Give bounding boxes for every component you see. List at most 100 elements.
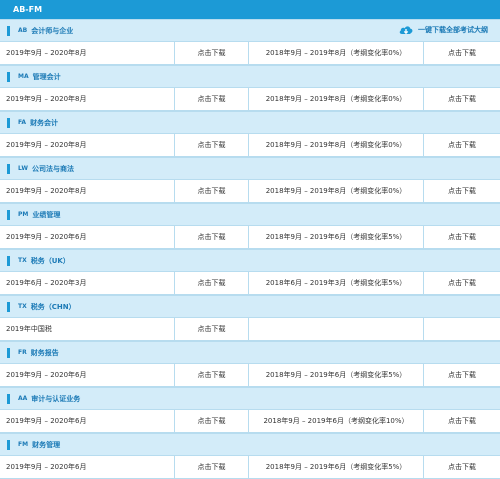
syllabus-section: MA 管理会计 2019年9月 – 2020年8月 点击下载 2018年9月 –…	[0, 65, 500, 111]
subject-code: TX	[18, 303, 27, 310]
page-title: AB-FM	[13, 5, 43, 14]
syllabus-row: 2019年中国税 点击下载	[0, 317, 500, 340]
syllabus-section: AB 会计师与企业 一键下载全部考试大纲 2019年9月 – 2020年8月 点…	[0, 19, 500, 65]
subject-code: MA	[18, 73, 29, 80]
syllabus-section: PM 业绩管理 2019年9月 – 2020年6月 点击下载 2018年9月 –…	[0, 203, 500, 249]
section-header: AA 审计与认证业务	[0, 387, 500, 409]
subject-name: 会计师与企业	[31, 26, 74, 35]
download-previous-link[interactable]: 点击下载	[424, 364, 500, 386]
current-period: 2019年9月 – 2020年6月	[0, 226, 175, 248]
section-header: FR 财务报告	[0, 341, 500, 363]
syllabus-section: TX 税务（CHN） 2019年中国税 点击下载	[0, 295, 500, 341]
current-period: 2019年9月 – 2020年6月	[0, 364, 175, 386]
current-period: 2019年9月 – 2020年8月	[0, 42, 175, 64]
page-header: AB-FM	[0, 0, 500, 19]
subject-code: AB	[18, 27, 28, 34]
download-previous-link[interactable]: 点击下载	[424, 42, 500, 64]
subject-code: TX	[18, 257, 27, 264]
subject-name: 公司法与商法	[31, 164, 74, 173]
download-all-button[interactable]: 一键下载全部考试大纲	[398, 23, 488, 37]
previous-period: 2018年9月 – 2019年8月（考纲变化率0%）	[249, 88, 424, 110]
previous-period: 2018年9月 – 2019年8月（考纲变化率0%）	[249, 42, 424, 64]
section-marker	[7, 163, 10, 174]
previous-period: 2018年9月 – 2019年6月（考纲变化率5%）	[249, 364, 424, 386]
section-marker	[7, 347, 10, 358]
subject-name: 业绩管理	[32, 210, 61, 219]
section-header: FM 财务管理	[0, 433, 500, 455]
previous-period: 2018年6月 – 2019年3月（考纲变化率5%）	[249, 272, 424, 294]
syllabus-row: 2019年9月 – 2020年6月 点击下载 2018年9月 – 2019年6月…	[0, 455, 500, 478]
download-current-link[interactable]: 点击下载	[175, 88, 249, 110]
syllabus-row: 2019年6月 – 2020年3月 点击下载 2018年6月 – 2019年3月…	[0, 271, 500, 294]
current-period: 2019年9月 – 2020年6月	[0, 410, 175, 432]
subject-name: 税务（CHN）	[30, 302, 76, 311]
subject-name: 审计与认证业务	[31, 394, 81, 403]
download-current-link[interactable]: 点击下载	[175, 272, 249, 294]
section-marker	[7, 393, 10, 404]
download-current-link[interactable]: 点击下载	[175, 364, 249, 386]
section-header: TX 税务（UK）	[0, 249, 500, 271]
section-header: PM 业绩管理	[0, 203, 500, 225]
cloud-download-icon	[399, 26, 413, 35]
download-current-link[interactable]: 点击下载	[175, 410, 249, 432]
previous-period	[249, 318, 424, 340]
current-period: 2019年9月 – 2020年8月	[0, 180, 175, 202]
section-marker	[7, 25, 10, 36]
download-current-link[interactable]: 点击下载	[175, 180, 249, 202]
download-current-link[interactable]: 点击下载	[175, 456, 249, 478]
download-previous-link[interactable]: 点击下载	[424, 272, 500, 294]
previous-period: 2018年9月 – 2019年6月（考纲变化率5%）	[249, 456, 424, 478]
syllabus-row: 2019年9月 – 2020年8月 点击下载 2018年9月 – 2019年8月…	[0, 133, 500, 156]
section-header: FA 财务会计	[0, 111, 500, 133]
syllabus-section: LW 公司法与商法 2019年9月 – 2020年8月 点击下载 2018年9月…	[0, 157, 500, 203]
previous-period: 2018年9月 – 2019年6月（考纲变化率5%）	[249, 226, 424, 248]
subject-code: PM	[18, 211, 29, 218]
current-period: 2019年6月 – 2020年3月	[0, 272, 175, 294]
previous-period: 2018年9月 – 2019年8月（考纲变化率0%）	[249, 180, 424, 202]
section-marker	[7, 209, 10, 220]
section-header: TX 税务（CHN）	[0, 295, 500, 317]
section-marker	[7, 71, 10, 82]
subject-code: FM	[18, 441, 29, 448]
syllabus-section: FR 财务报告 2019年9月 – 2020年6月 点击下载 2018年9月 –…	[0, 341, 500, 387]
section-marker	[7, 439, 10, 450]
download-previous-link[interactable]: 点击下载	[424, 410, 500, 432]
section-header: MA 管理会计	[0, 65, 500, 87]
download-previous-link[interactable]: 点击下载	[424, 456, 500, 478]
current-period: 2019年9月 – 2020年8月	[0, 134, 175, 156]
syllabus-section: TX 税务（UK） 2019年6月 – 2020年3月 点击下载 2018年6月…	[0, 249, 500, 295]
syllabus-list: AB 会计师与企业 一键下载全部考试大纲 2019年9月 – 2020年8月 点…	[0, 19, 500, 479]
current-period: 2019年9月 – 2020年8月	[0, 88, 175, 110]
download-current-link[interactable]: 点击下载	[175, 318, 249, 340]
section-marker	[7, 117, 10, 128]
subject-code: AA	[18, 395, 28, 402]
section-marker	[7, 301, 10, 312]
previous-period: 2018年9月 – 2019年8月（考纲变化率0%）	[249, 134, 424, 156]
section-marker	[7, 255, 10, 266]
syllabus-row: 2019年9月 – 2020年8月 点击下载 2018年9月 – 2019年8月…	[0, 87, 500, 110]
subject-name: 管理会计	[32, 72, 61, 81]
download-current-link[interactable]: 点击下载	[175, 134, 249, 156]
syllabus-row: 2019年9月 – 2020年6月 点击下载 2018年9月 – 2019年6月…	[0, 363, 500, 386]
subject-name: 财务报告	[30, 348, 59, 357]
section-header: LW 公司法与商法	[0, 157, 500, 179]
download-current-link[interactable]: 点击下载	[175, 42, 249, 64]
subject-name: 财务管理	[32, 440, 61, 449]
download-previous-link[interactable]: 点击下载	[424, 226, 500, 248]
section-header: AB 会计师与企业 一键下载全部考试大纲	[0, 19, 500, 41]
download-previous-link[interactable]: 点击下载	[424, 134, 500, 156]
syllabus-section: AA 审计与认证业务 2019年9月 – 2020年6月 点击下载 2018年9…	[0, 387, 500, 433]
download-current-link[interactable]: 点击下载	[175, 226, 249, 248]
syllabus-section: FA 财务会计 2019年9月 – 2020年8月 点击下载 2018年9月 –…	[0, 111, 500, 157]
subject-code: FA	[18, 119, 27, 126]
syllabus-row: 2019年9月 – 2020年8月 点击下载 2018年9月 – 2019年8月…	[0, 41, 500, 64]
subject-code: LW	[18, 165, 28, 172]
download-previous-link[interactable]: 点击下载	[424, 180, 500, 202]
download-previous-link	[424, 318, 500, 340]
subject-name: 税务（UK）	[30, 256, 70, 265]
subject-code: FR	[18, 349, 27, 356]
syllabus-row: 2019年9月 – 2020年8月 点击下载 2018年9月 – 2019年8月…	[0, 179, 500, 202]
download-previous-link[interactable]: 点击下载	[424, 88, 500, 110]
current-period: 2019年中国税	[0, 318, 175, 340]
syllabus-section: FM 财务管理 2019年9月 – 2020年6月 点击下载 2018年9月 –…	[0, 433, 500, 479]
